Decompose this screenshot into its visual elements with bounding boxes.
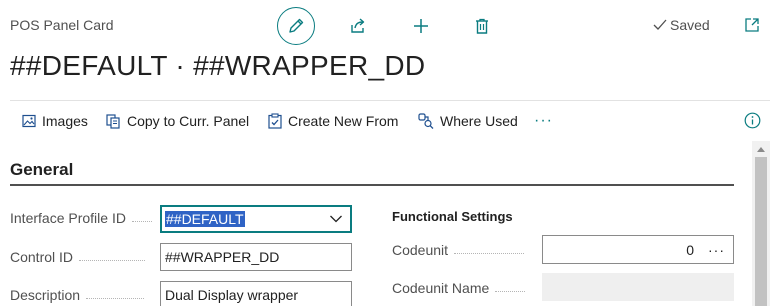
open-in-new-window-icon bbox=[745, 18, 759, 32]
clipboard-check-icon bbox=[268, 113, 282, 129]
more-actions-button[interactable]: ··· bbox=[534, 106, 553, 136]
vertical-scrollbar[interactable] bbox=[752, 141, 770, 306]
scroll-up-arrow-icon[interactable] bbox=[756, 145, 766, 153]
codeunit-name-field bbox=[542, 273, 734, 301]
description-field[interactable]: Dual Display wrapper bbox=[160, 281, 352, 306]
save-status: Saved bbox=[652, 17, 710, 33]
page-title: ##DEFAULT · ##WRAPPER_DD bbox=[10, 50, 426, 81]
general-section-title[interactable]: General bbox=[10, 160, 73, 180]
codeunit-value: 0 bbox=[686, 241, 694, 258]
page-caption: POS Panel Card bbox=[10, 17, 114, 33]
action-bar: Images Copy to Curr. Panel Create New Fr… bbox=[10, 106, 770, 136]
label-leader bbox=[79, 259, 146, 261]
where-used-action[interactable]: Where Used bbox=[418, 106, 518, 136]
label-leader bbox=[86, 297, 145, 299]
create-new-from-label: Create New From bbox=[288, 113, 399, 129]
copy-to-curr-panel-label: Copy to Curr. Panel bbox=[127, 113, 250, 129]
delete-button[interactable] bbox=[469, 14, 495, 38]
images-action[interactable]: Images bbox=[22, 106, 88, 136]
interface-profile-id-value: ##DEFAULT bbox=[165, 211, 245, 227]
description-label-text: Description bbox=[10, 287, 81, 303]
copy-icon bbox=[106, 113, 120, 129]
new-button[interactable] bbox=[408, 14, 434, 38]
create-new-from-action[interactable]: Create New From bbox=[268, 106, 398, 136]
codeunit-label: Codeunit bbox=[392, 242, 525, 258]
save-status-label: Saved bbox=[670, 17, 710, 33]
interface-profile-id-label-text: Interface Profile ID bbox=[10, 210, 126, 226]
functional-settings-title: Functional Settings bbox=[392, 209, 513, 224]
share-icon bbox=[351, 18, 365, 33]
copy-to-curr-panel-action[interactable]: Copy to Curr. Panel bbox=[106, 106, 249, 136]
checkmark-icon bbox=[653, 19, 667, 30]
control-id-field[interactable]: ##WRAPPER_DD bbox=[160, 243, 352, 271]
codeunit-name-label-text: Codeunit Name bbox=[392, 280, 490, 296]
label-leader bbox=[495, 290, 526, 292]
codeunit-assist-button[interactable]: ··· bbox=[708, 242, 725, 258]
header-divider bbox=[10, 100, 770, 101]
description-label: Description bbox=[10, 287, 145, 303]
edit-button[interactable] bbox=[277, 7, 315, 45]
codeunit-field[interactable]: 0 ··· bbox=[542, 235, 734, 264]
images-action-label: Images bbox=[42, 113, 88, 129]
plus-icon bbox=[414, 19, 428, 33]
interface-profile-id-label: Interface Profile ID bbox=[10, 210, 152, 226]
control-id-label-text: Control ID bbox=[10, 249, 74, 265]
codeunit-label-text: Codeunit bbox=[392, 242, 449, 258]
trash-icon bbox=[476, 18, 488, 34]
interface-profile-id-field[interactable]: ##DEFAULT bbox=[160, 205, 352, 233]
share-button[interactable] bbox=[345, 14, 371, 38]
open-in-new-window-button[interactable] bbox=[742, 15, 762, 35]
where-used-label: Where Used bbox=[440, 113, 518, 129]
scrollbar-thumb[interactable] bbox=[755, 157, 767, 306]
label-leader bbox=[131, 220, 152, 222]
codeunit-name-label: Codeunit Name bbox=[392, 280, 526, 296]
label-leader bbox=[454, 252, 525, 254]
image-icon bbox=[22, 114, 36, 128]
link-search-icon bbox=[418, 113, 434, 129]
control-id-label: Control ID bbox=[10, 249, 146, 265]
chevron-down-icon[interactable] bbox=[329, 214, 343, 224]
general-section-divider bbox=[10, 184, 734, 186]
pencil-icon bbox=[289, 18, 304, 33]
info-icon[interactable] bbox=[744, 112, 761, 129]
